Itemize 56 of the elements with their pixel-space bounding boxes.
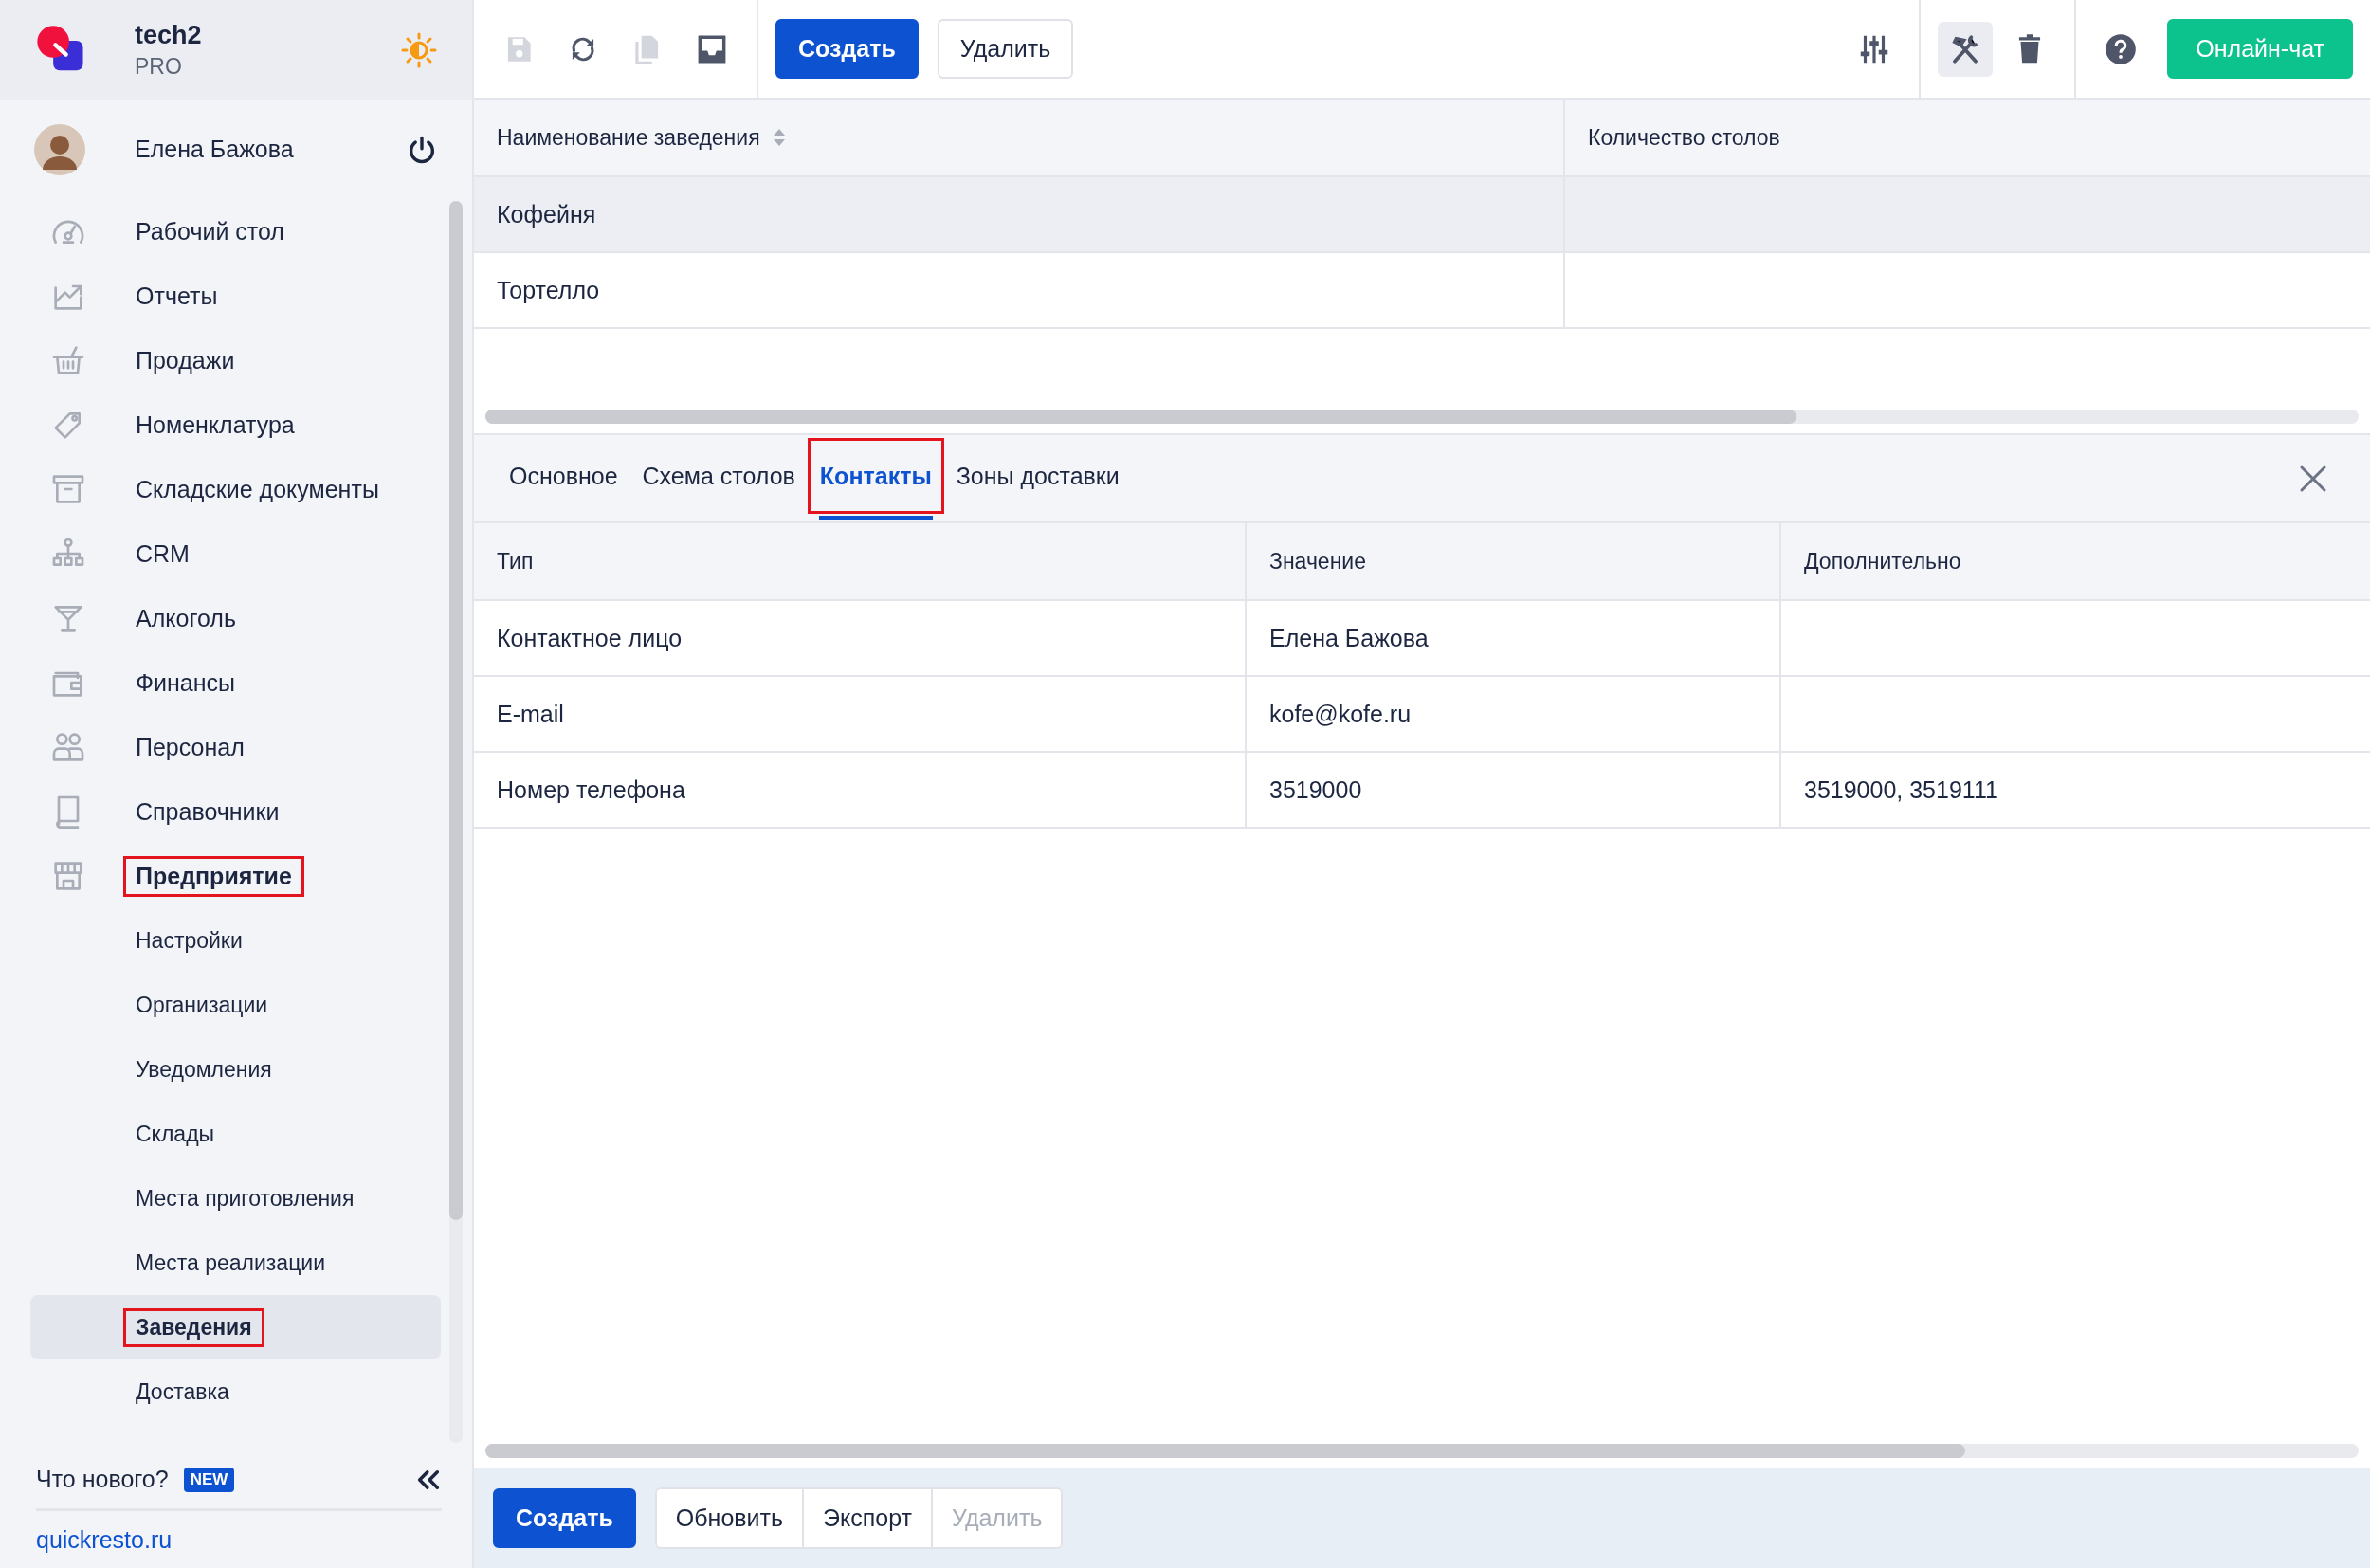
table-cell: Номер телефона (497, 775, 685, 804)
tab[interactable]: Контакты (807, 438, 944, 514)
menu-item[interactable]: Номенклатура (123, 404, 307, 446)
tab[interactable]: Схема столов (629, 438, 808, 514)
table-row[interactable]: Тортелло (474, 253, 2370, 329)
table-cell: 3519000, 3519111 (1804, 775, 1998, 804)
horizontal-scrollbar[interactable] (485, 1444, 2359, 1458)
table-row[interactable]: Кофейня (474, 177, 2370, 253)
menu-item[interactable]: Финансы (123, 662, 247, 703)
horizontal-scrollbar[interactable] (485, 410, 2359, 424)
tab[interactable]: Основное (497, 438, 630, 514)
plan-label: PRO (135, 53, 183, 80)
menu-item[interactable]: CRM (123, 533, 202, 574)
create-button[interactable]: Создать (775, 19, 919, 79)
tab[interactable]: Зоны доставки (943, 438, 1132, 514)
action-button[interactable]: Экспорт (804, 1488, 933, 1547)
avatar (34, 123, 85, 175)
column-header[interactable]: Дополнительно (1804, 548, 1961, 574)
submenu-item[interactable]: Уведомления (123, 1049, 284, 1089)
menu-item[interactable]: Складские документы (123, 468, 392, 510)
user-name: Елена Бажова (135, 136, 295, 163)
submenu-item[interactable]: Доставка (123, 1372, 242, 1412)
submenu-item[interactable]: Склады (123, 1114, 228, 1154)
column-header[interactable]: Значение (1269, 548, 1366, 574)
create-button[interactable]: Создать (493, 1487, 636, 1548)
theme-toggle-icon[interactable] (400, 30, 438, 69)
table-cell: Елена Бажова (1269, 624, 1429, 652)
account-name: tech2 (135, 20, 203, 50)
menu-item[interactable]: Продажи (123, 339, 247, 381)
submenu-item[interactable]: Заведения (123, 1307, 264, 1347)
table-cell: 3519000 (1269, 775, 1362, 804)
whats-new-link[interactable]: Что нового? (36, 1466, 169, 1493)
action-button[interactable]: Обновить (656, 1488, 804, 1547)
submenu-item[interactable]: Места реализации (123, 1243, 337, 1283)
delete-button[interactable]: Удалить (937, 19, 1074, 79)
menu-item[interactable]: Рабочий стол (123, 210, 297, 252)
scrollbar[interactable] (449, 201, 463, 1443)
table-cell: Тортелло (497, 276, 600, 304)
table-cell: Кофейня (497, 200, 596, 228)
tools-button[interactable] (1938, 21, 1994, 77)
site-link[interactable]: quickresto.ru (36, 1526, 173, 1554)
submenu-item[interactable]: Места приготовления (123, 1178, 367, 1218)
new-badge: NEW (183, 1467, 235, 1492)
menu-item[interactable]: Алкоголь (123, 597, 248, 639)
submenu-item[interactable]: Настройки (123, 921, 255, 960)
submenu-item[interactable]: Организации (123, 985, 281, 1025)
column-header[interactable]: Тип (497, 548, 534, 574)
menu-item[interactable]: Справочники (123, 791, 292, 832)
menu-item[interactable]: Персонал (123, 726, 257, 768)
column-header[interactable]: Количество столов (1588, 124, 1780, 151)
column-header[interactable]: Наименование заведения (497, 124, 760, 151)
table-cell: kofe@kofe.ru (1269, 700, 1412, 728)
menu-item[interactable]: Отчеты (123, 275, 230, 317)
menu-item[interactable]: Предприятие (123, 855, 304, 897)
table-cell: E-mail (497, 700, 564, 728)
table-cell: Контактное лицо (497, 624, 683, 652)
